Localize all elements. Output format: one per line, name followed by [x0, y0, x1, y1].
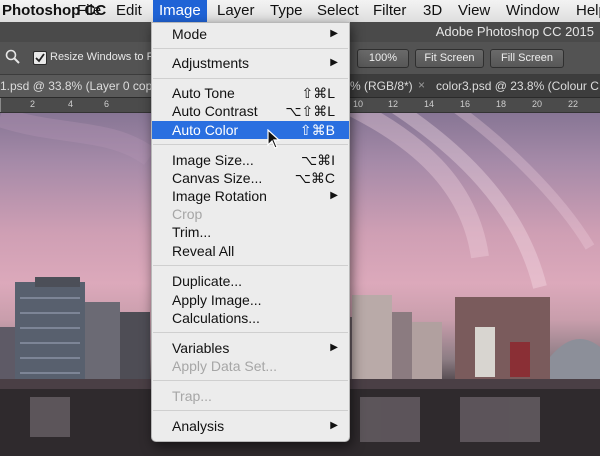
- menu-item-duplicate[interactable]: Duplicate...: [152, 272, 349, 290]
- menu-item-apply-image[interactable]: Apply Image...: [152, 291, 349, 309]
- menu-item-variables[interactable]: Variables ▶: [152, 339, 349, 357]
- ruler-label: 4: [68, 99, 74, 109]
- menu-3d[interactable]: 3D: [423, 2, 442, 22]
- menu-item-canvas-size[interactable]: Canvas Size... ⌥⌘C: [152, 169, 349, 187]
- menu-filter[interactable]: Filter: [373, 2, 406, 22]
- menu-item-label: Mode: [172, 26, 208, 42]
- menu-item-trim[interactable]: Trim...: [152, 223, 349, 241]
- menu-item-mode[interactable]: Mode ▶: [152, 25, 349, 43]
- document-tab-active[interactable]: 1.psd @ 33.8% (Layer 0 copy: [0, 75, 167, 97]
- menu-item-label: Apply Data Set...: [172, 358, 278, 374]
- menu-item-label: Trim...: [172, 224, 212, 240]
- menu-item-image-size[interactable]: Image Size... ⌥⌘I: [152, 151, 349, 169]
- menu-item-label: Trap...: [172, 388, 212, 404]
- submenu-arrow-icon: ▶: [330, 420, 338, 431]
- menu-item-analysis[interactable]: Analysis ▶: [152, 417, 349, 435]
- menu-item-trap: Trap...: [152, 387, 349, 405]
- menu-item-label: Auto Color: [172, 122, 239, 138]
- image-menu-dropdown: Mode ▶ Adjustments ▶ Auto Tone ⇧⌘L Auto …: [151, 22, 350, 442]
- app-title: Adobe Photoshop CC 2015: [435, 24, 594, 39]
- menu-item-auto-tone[interactable]: Auto Tone ⇧⌘L: [152, 84, 349, 102]
- document-tab-second[interactable]: color3.psd @ 23.8% (Colour C: [436, 79, 599, 93]
- ruler-label: 20: [532, 99, 543, 109]
- ruler-label: 10: [353, 99, 364, 109]
- menu-item-label: Image Size...: [172, 152, 254, 168]
- menu-item-auto-contrast[interactable]: Auto Contrast ⌥⇧⌘L: [152, 102, 349, 120]
- menu-window[interactable]: Window: [506, 2, 559, 22]
- fill-screen-button[interactable]: Fill Screen: [490, 49, 564, 68]
- resize-windows-label: Resize Windows to Fit: [50, 51, 159, 63]
- menu-item-image-rotation[interactable]: Image Rotation ▶: [152, 187, 349, 205]
- shortcut-label: ⇧⌘B: [299, 122, 335, 138]
- menu-view[interactable]: View: [458, 2, 490, 22]
- menu-item-label: Duplicate...: [172, 273, 243, 289]
- menu-layer[interactable]: Layer: [217, 2, 255, 22]
- menu-edit[interactable]: Edit: [116, 2, 142, 22]
- menu-separator: [153, 78, 348, 79]
- ruler-label: 14: [424, 99, 435, 109]
- menu-item-label: Apply Image...: [172, 292, 262, 308]
- menu-separator: [153, 332, 348, 333]
- shortcut-label: ⌥⌘C: [294, 170, 335, 186]
- ruler-label: 12: [388, 99, 399, 109]
- ruler-label: 22: [568, 99, 579, 109]
- ruler-label: 6: [104, 99, 110, 109]
- menu-separator: [153, 410, 348, 411]
- menu-item-label: Auto Tone: [172, 85, 235, 101]
- menu-item-label: Crop: [172, 206, 203, 222]
- zoom-100-button[interactable]: 100%: [357, 49, 409, 68]
- menu-bar: Photoshop CC File Edit Image Layer Type …: [0, 0, 600, 23]
- tab-title-tail: % (RGB/8*): [350, 79, 413, 93]
- shortcut-label: ⌥⌘I: [300, 152, 335, 168]
- submenu-arrow-icon: ▶: [330, 190, 338, 201]
- submenu-arrow-icon: ▶: [330, 28, 338, 39]
- submenu-arrow-icon: ▶: [330, 57, 338, 68]
- menu-item-label: Auto Contrast: [172, 103, 258, 119]
- zoom-tool-icon[interactable]: [5, 49, 21, 68]
- menu-separator: [153, 380, 348, 381]
- menu-item-label: Adjustments: [172, 55, 250, 71]
- menu-item-label: Analysis: [172, 418, 225, 434]
- ruler-label: 2: [30, 99, 36, 109]
- menu-item-label: Calculations...: [172, 310, 260, 326]
- menu-item-label: Variables: [172, 340, 230, 356]
- menu-item-reveal-all[interactable]: Reveal All: [152, 242, 349, 260]
- ruler-label: 16: [460, 99, 471, 109]
- menu-separator: [153, 48, 348, 49]
- menu-item-crop: Crop: [152, 205, 349, 223]
- menu-item-calculations[interactable]: Calculations...: [152, 309, 349, 327]
- menu-item-label: Reveal All: [172, 243, 235, 259]
- ruler-label: 18: [496, 99, 507, 109]
- menu-select[interactable]: Select: [317, 2, 359, 22]
- menu-item-label: Image Rotation: [172, 188, 267, 204]
- submenu-arrow-icon: ▶: [330, 342, 338, 353]
- menu-separator: [153, 265, 348, 266]
- resize-windows-checkbox[interactable]: [33, 51, 47, 65]
- fit-screen-button[interactable]: Fit Screen: [415, 49, 484, 68]
- menu-help[interactable]: Help: [576, 2, 600, 22]
- shortcut-label: ⌥⇧⌘L: [285, 103, 335, 119]
- menu-image[interactable]: Image: [153, 0, 207, 22]
- ruler-tick: [0, 98, 1, 112]
- menu-item-auto-color[interactable]: Auto Color ⇧⌘B: [152, 121, 349, 139]
- menu-item-adjustments[interactable]: Adjustments ▶: [152, 54, 349, 72]
- menu-file[interactable]: File: [77, 2, 101, 22]
- close-tab-icon[interactable]: ×: [418, 78, 425, 92]
- menu-separator: [153, 144, 348, 145]
- menu-type[interactable]: Type: [270, 2, 303, 22]
- menu-item-label: Canvas Size...: [172, 170, 263, 186]
- menu-item-apply-data-set: Apply Data Set...: [152, 357, 349, 375]
- mouse-pointer-icon: [267, 128, 281, 154]
- shortcut-label: ⇧⌘L: [301, 85, 335, 101]
